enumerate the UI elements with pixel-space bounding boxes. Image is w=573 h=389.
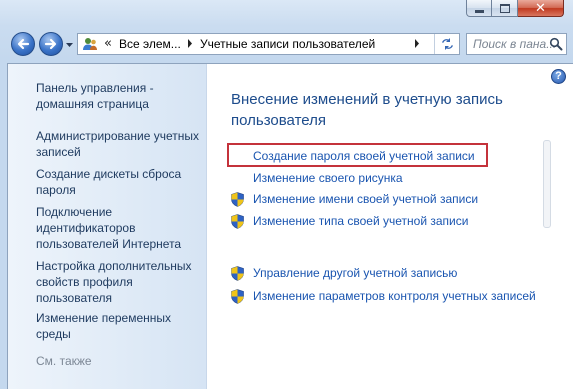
search-icon[interactable] (549, 37, 563, 51)
minimize-icon (474, 9, 484, 13)
main-panel: ? Внесение изменений в учетную запись по… (207, 64, 573, 389)
sidebar: Панель управления - домашняя страница Ад… (8, 64, 207, 389)
close-icon: ✕ (535, 0, 546, 16)
breadcrumb-separator-icon[interactable] (414, 39, 420, 48)
breadcrumb-user-accounts[interactable]: Учетные записи пользователей (200, 37, 375, 51)
refresh-button[interactable] (434, 34, 459, 54)
maximize-icon (499, 3, 510, 13)
task-label: Изменение имени своей учетной записи (253, 192, 479, 206)
arrow-left-icon (17, 38, 30, 50)
refresh-icon (441, 38, 453, 50)
minimize-button[interactable] (466, 0, 492, 17)
forward-button[interactable] (39, 32, 63, 56)
address-overflow-chevron[interactable]: « (104, 36, 112, 51)
scrollbar[interactable] (543, 140, 551, 228)
sidebar-item-environment-variables[interactable]: Изменение переменных среды (36, 310, 204, 342)
task-label: Изменение типа своей учетной записи (253, 214, 469, 228)
sidebar-item-home[interactable]: Панель управления - домашняя страница (36, 80, 204, 112)
task-label: Управление другой учетной записью (253, 266, 458, 280)
sidebar-item-profile-properties[interactable]: Настройка дополнительных свойств профиля… (36, 258, 204, 306)
maximize-button[interactable] (492, 0, 518, 17)
task-label: Создание пароля своей учетной записи (253, 149, 475, 163)
uac-shield-icon (231, 266, 244, 281)
search-box[interactable]: Поиск в пана... (466, 33, 567, 55)
page-title: Внесение изменений в учетную запись поль… (231, 91, 503, 129)
back-button[interactable] (11, 32, 35, 56)
uac-shield-icon (231, 214, 244, 229)
uac-shield-icon (231, 289, 244, 304)
search-input[interactable]: Поиск в пана... (473, 37, 556, 51)
control-panel-icon (83, 38, 97, 50)
task-label: Изменение параметров контроля учетных за… (253, 289, 536, 303)
sidebar-item-reset-disk[interactable]: Создание дискеты сброса пароля (36, 166, 204, 198)
close-button[interactable]: ✕ (518, 0, 564, 17)
uac-shield-icon (231, 192, 244, 207)
arrow-right-icon (44, 38, 57, 50)
window-frame: ✕ « Все элем... Учетные записи пользоват… (0, 0, 573, 389)
recent-pages-dropdown-icon[interactable] (65, 40, 74, 49)
breadcrumb-separator-icon[interactable] (187, 39, 193, 48)
sidebar-item-online-ids[interactable]: Подключение идентификаторов пользователе… (36, 204, 204, 252)
caption-buttons: ✕ (466, 0, 573, 19)
sidebar-item-manage-accounts[interactable]: Администрирование учетных записей (36, 128, 204, 160)
breadcrumb-all-items[interactable]: Все элем... (119, 37, 181, 51)
address-bar[interactable]: « Все элем... Учетные записи пользовател… (77, 33, 460, 55)
help-icon[interactable]: ? (551, 69, 566, 84)
content-area: Панель управления - домашняя страница Ад… (7, 63, 573, 389)
see-also-heading: См. также (36, 354, 92, 368)
task-label: Изменение своего рисунка (253, 171, 403, 185)
